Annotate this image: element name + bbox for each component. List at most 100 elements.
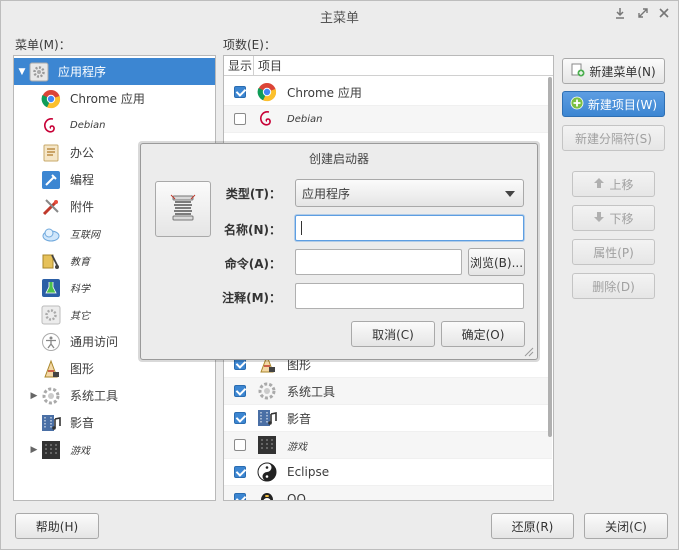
menu-tree-item[interactable]: 影音 <box>14 409 215 436</box>
multimedia-icon <box>40 412 62 434</box>
menu-tree-item[interactable]: Debian <box>14 112 215 139</box>
close-icon[interactable] <box>657 7 671 21</box>
revert-label: 还原(R) <box>511 519 554 534</box>
move-up-button[interactable]: 上移 <box>572 171 655 197</box>
menu-tree-item-label: 应用程序 <box>58 65 107 79</box>
command-label: 命令(A)： <box>224 257 281 271</box>
office-icon <box>40 142 62 164</box>
move-up-label: 上移 <box>609 177 634 192</box>
delete-button[interactable]: 删除(D) <box>572 273 655 299</box>
table-row-label: Chrome 应用 <box>287 85 362 100</box>
new-item-button[interactable]: 新建项目(W) <box>562 91 665 117</box>
dialog-title: 创建启动器 <box>308 152 369 166</box>
type-select[interactable]: 应用程序 <box>295 179 524 207</box>
browse-button[interactable]: 浏览(B)... <box>468 248 525 276</box>
debian-icon <box>40 115 62 137</box>
window-title: 主菜单 <box>319 11 359 26</box>
show-checkbox[interactable] <box>234 493 246 500</box>
table-row[interactable]: Debian <box>224 106 552 133</box>
items-label: 项数(E)： <box>223 38 276 52</box>
expander-right-icon[interactable]: ▶ <box>28 391 40 401</box>
type-label: 类型(T)： <box>225 187 281 201</box>
graphics-icon <box>40 358 62 380</box>
menu-tree-item-label: 编程 <box>70 173 95 187</box>
internet-icon <box>40 223 62 245</box>
menu-tree-item-label: 系统工具 <box>70 389 119 403</box>
menus-label: 菜单(M)： <box>15 38 71 52</box>
system-tools-icon <box>40 385 62 407</box>
menu-tree-item-label: 互联网 <box>70 230 100 241</box>
items-scrollbar[interactable] <box>548 77 552 437</box>
move-down-button[interactable]: 下移 <box>572 205 655 231</box>
new-separator-button[interactable]: 新建分隔符(S) <box>562 125 665 151</box>
table-row-label: Debian <box>287 113 323 125</box>
other-icon <box>40 304 62 326</box>
launcher-icon-button[interactable] <box>155 181 211 237</box>
comment-input[interactable] <box>295 283 524 309</box>
show-checkbox[interactable] <box>234 385 246 397</box>
menu-tree-item[interactable]: ▼ 应用程序 <box>14 58 215 85</box>
menu-tree-item-label: 其它 <box>70 311 90 322</box>
close-label: 关闭(C) <box>605 519 647 534</box>
chrome-icon <box>40 88 62 110</box>
table-row[interactable]: Eclipse <box>224 459 552 486</box>
create-launcher-dialog: 创建启动器 类型(T)： 应用程序 名称(N)： 命令(A)： 浏览(B)...… <box>140 143 538 360</box>
name-label: 名称(N)： <box>223 223 281 237</box>
close-button[interactable]: 关闭(C) <box>584 513 668 539</box>
help-label: 帮助(H) <box>35 519 79 534</box>
resize-grip-icon[interactable] <box>524 346 534 357</box>
launcher-spring-icon <box>166 191 200 228</box>
table-row[interactable]: 游戏 <box>224 432 552 459</box>
menu-tree-item-label: 科学 <box>70 284 90 295</box>
show-checkbox[interactable] <box>234 439 246 451</box>
show-checkbox[interactable] <box>234 466 246 478</box>
command-input[interactable] <box>295 249 462 275</box>
table-row[interactable]: Chrome 应用 <box>224 79 552 106</box>
minimize-icon[interactable] <box>613 7 627 21</box>
table-row-label: 影音 <box>287 411 312 426</box>
system-tools-icon <box>256 380 278 402</box>
expander-right-icon[interactable]: ▶ <box>28 445 40 455</box>
delete-label: 删除(D) <box>592 279 635 294</box>
programming-icon <box>40 169 62 191</box>
comment-label: 注释(M)： <box>222 291 281 305</box>
menu-tree-item-label: 通用访问 <box>70 335 119 349</box>
arrow-up-icon <box>593 177 605 192</box>
properties-label: 属性(P) <box>593 245 634 260</box>
name-input[interactable] <box>295 215 524 241</box>
help-button[interactable]: 帮助(H) <box>15 513 99 539</box>
dropdown-arrow-icon <box>505 191 515 197</box>
menu-tree-item[interactable]: ▶ 系统工具 <box>14 382 215 409</box>
browse-label: 浏览(B)... <box>469 255 524 270</box>
table-row-label: 系统工具 <box>287 384 336 399</box>
cancel-button[interactable]: 取消(C) <box>351 321 435 347</box>
cancel-label: 取消(C) <box>372 327 414 342</box>
revert-button[interactable]: 还原(R) <box>491 513 574 539</box>
column-header-item[interactable]: 项目 <box>254 56 553 76</box>
ok-button[interactable]: 确定(O) <box>441 321 525 347</box>
type-select-value: 应用程序 <box>302 186 351 201</box>
chrome-icon <box>256 81 278 103</box>
arrow-down-icon <box>593 211 605 226</box>
games-icon <box>40 439 62 461</box>
new-item-label: 新建项目(W) <box>587 97 658 112</box>
menu-tree-item[interactable]: ▶ 游戏 <box>14 436 215 463</box>
menu-tree-item[interactable]: Chrome 应用 <box>14 85 215 112</box>
table-row[interactable]: 影音 <box>224 405 552 432</box>
table-row[interactable]: QQ <box>224 486 552 500</box>
new-menu-button[interactable]: 新建菜单(N) <box>562 58 665 84</box>
show-checkbox[interactable] <box>234 412 246 424</box>
table-row[interactable]: 系统工具 <box>224 378 552 405</box>
show-checkbox[interactable] <box>234 113 246 125</box>
expander-down-icon[interactable]: ▼ <box>16 67 28 77</box>
new-separator-label: 新建分隔符(S) <box>575 131 652 146</box>
maximize-icon[interactable] <box>636 7 650 21</box>
menu-tree-item-label: 附件 <box>70 200 95 214</box>
education-icon <box>40 250 62 272</box>
column-header-show[interactable]: 显示 <box>224 56 254 76</box>
properties-button[interactable]: 属性(P) <box>572 239 655 265</box>
show-checkbox[interactable] <box>234 86 246 98</box>
ok-label: 确定(O) <box>461 327 505 342</box>
new-menu-icon <box>571 63 585 80</box>
menu-tree-item-label: 图形 <box>70 362 95 376</box>
